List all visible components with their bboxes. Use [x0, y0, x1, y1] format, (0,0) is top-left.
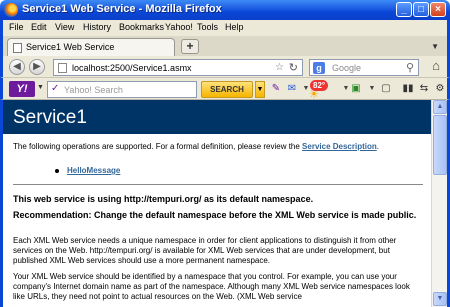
google-search-input[interactable]: g Google ⚲ — [309, 59, 419, 76]
menu-bar: File Edit View History Bookmarks Yahoo! … — [0, 20, 450, 36]
tab-label: Service1 Web Service — [26, 42, 115, 52]
tab-service1[interactable]: Service1 Web Service — [7, 38, 175, 56]
menu-history[interactable]: History — [83, 22, 111, 32]
search-icon[interactable]: ⚲ — [406, 61, 414, 74]
weather-badge: 82° — [310, 80, 329, 91]
gear-icon[interactable]: ⚙ — [433, 82, 447, 96]
toolbar-options-icon[interactable]: ▢ — [379, 82, 393, 96]
divider — [13, 184, 423, 185]
url-text: localhost:2500/Service1.asmx — [72, 63, 192, 73]
namespace-paragraph-1: Each XML Web service needs a unique name… — [13, 236, 397, 265]
scroll-down-arrow-icon[interactable]: ▼ — [433, 292, 447, 306]
menu-view[interactable]: View — [55, 22, 74, 32]
menu-edit[interactable]: Edit — [31, 22, 47, 32]
new-tab-button[interactable]: + — [181, 39, 199, 54]
menu-file[interactable]: File — [9, 22, 24, 32]
bars-icon[interactable]: ▮▮ — [401, 82, 415, 96]
pencil-icon[interactable]: ✎ — [269, 82, 283, 96]
bookmark-star-icon[interactable]: ☆ — [275, 62, 284, 73]
search-placeholder: Google — [332, 63, 362, 73]
intro-text: The following operations are supported. … — [13, 142, 423, 152]
window-title: Service1 Web Service - Mozilla Firefox — [22, 3, 222, 15]
swap-icon[interactable]: ⇆ — [417, 82, 431, 96]
menu-yahoo[interactable]: Yahoo! — [165, 22, 193, 32]
flickr-icon[interactable]: ▣ — [349, 82, 363, 96]
page-content: Service1 The following operations are su… — [3, 100, 431, 307]
tab-list-chevron-icon[interactable]: ▼ — [431, 42, 439, 51]
yahoo-search-placeholder: Yahoo! Search — [64, 85, 123, 95]
more-dropdown-icon[interactable]: ▼ — [365, 82, 379, 96]
page-icon — [58, 63, 67, 73]
yahoo-menu-chevron-icon[interactable]: ▼ — [37, 84, 44, 91]
intro-period: . — [376, 142, 379, 151]
menu-help[interactable]: Help — [225, 22, 244, 32]
yahoo-logo-icon[interactable]: Y! — [9, 81, 35, 97]
back-button[interactable]: ◀ — [9, 59, 25, 75]
navigation-bar: ◀ ▶ localhost:2500/Service1.asmx ☆ ↻ g G… — [0, 56, 450, 78]
yahoo-search-dropdown-icon[interactable]: ▼ — [255, 81, 265, 98]
window-title-bar[interactable]: Service1 Web Service - Mozilla Firefox _… — [0, 0, 450, 20]
forward-button[interactable]: ▶ — [29, 59, 45, 75]
maximize-button[interactable]: □ — [413, 2, 429, 17]
home-icon[interactable]: ⌂ — [427, 59, 445, 75]
menu-bookmarks[interactable]: Bookmarks — [119, 22, 164, 32]
menu-tools[interactable]: Tools — [197, 22, 218, 32]
yahoo-search-icon: ✓ — [51, 83, 60, 94]
namespace-heading: This web service is using http://tempuri… — [13, 194, 314, 204]
vertical-scrollbar[interactable]: ▲ ▼ — [431, 100, 447, 307]
yahoo-toolbar: Y! ▼ ✓ Yahoo! Search SEARCH ▼ ✎ ✉ ▼ ☀ 82… — [0, 78, 450, 101]
hellomessage-link[interactable]: HelloMessage — [67, 166, 120, 175]
yahoo-search-input[interactable]: ✓ Yahoo! Search — [47, 81, 197, 98]
firefox-icon — [4, 3, 18, 17]
bullet-icon — [55, 169, 59, 173]
namespace-paragraph-2: Your XML Web service should be identifie… — [13, 272, 410, 301]
page-icon — [13, 43, 22, 53]
service-description-link[interactable]: Service Description — [302, 142, 377, 151]
refresh-icon[interactable]: ↻ — [289, 61, 298, 74]
close-button[interactable]: × — [430, 2, 446, 17]
google-icon[interactable]: g — [313, 62, 325, 74]
scroll-up-arrow-icon[interactable]: ▲ — [433, 100, 447, 114]
mail-icon[interactable]: ✉ — [285, 82, 299, 96]
intro-sentence: The following operations are supported. … — [13, 142, 303, 151]
minimize-button[interactable]: _ — [396, 2, 412, 17]
page-header: Service1 — [3, 100, 431, 134]
yahoo-search-button[interactable]: SEARCH — [201, 81, 253, 98]
recommendation-heading: Recommendation: Change the default names… — [13, 210, 417, 220]
scroll-thumb[interactable] — [433, 115, 447, 175]
operation-item: HelloMessage — [67, 166, 267, 176]
tab-bar: Service1 Web Service + ▼ — [0, 36, 450, 56]
page-title: Service1 — [13, 107, 87, 128]
address-bar[interactable]: localhost:2500/Service1.asmx ☆ ↻ — [53, 59, 303, 76]
